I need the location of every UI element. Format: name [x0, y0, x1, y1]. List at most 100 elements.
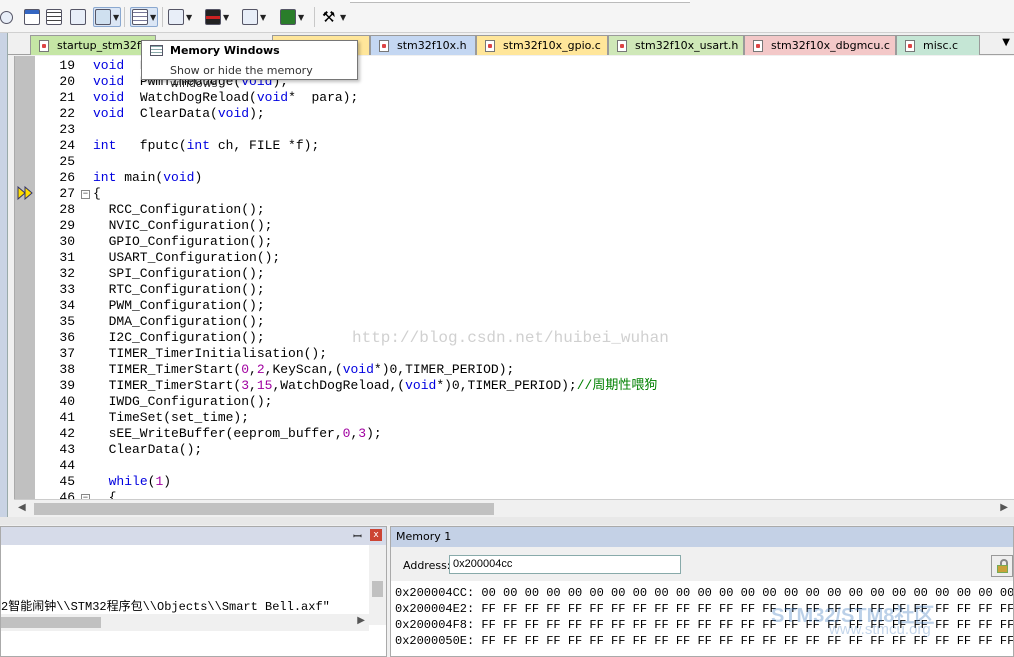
code-line[interactable]: 44 — [35, 458, 1014, 474]
scroll-left-icon[interactable]: ◀ — [18, 502, 26, 513]
zoom-button[interactable] — [0, 7, 13, 27]
code-line[interactable]: 33 RTC_Configuration(); — [35, 282, 1014, 298]
line-number: 35 — [59, 314, 75, 329]
code-line[interactable]: 41 TimeSet(set_time); — [35, 410, 1014, 426]
close-icon[interactable]: x — [370, 529, 382, 541]
tab-stm32f10x-h[interactable]: stm32f10x.h — [370, 35, 476, 55]
code-line[interactable]: 25 — [35, 154, 1014, 170]
scroll-thumb[interactable] — [372, 581, 383, 597]
line-number: 25 — [59, 154, 75, 169]
line-number: 24 — [59, 138, 75, 153]
tab-label: stm32f10x_gpio.c — [503, 39, 601, 52]
line-number: 31 — [59, 250, 75, 265]
tab-misc-c[interactable]: misc.c — [896, 35, 980, 55]
code-line[interactable]: 21 void WatchDogReload(void* para); — [35, 90, 1014, 106]
scroll-thumb[interactable] — [1, 617, 101, 628]
code-line[interactable]: 31 USART_Configuration(); — [35, 250, 1014, 266]
code-line[interactable]: 32 SPI_Configuration(); — [35, 266, 1014, 282]
analysis-button[interactable]: ▼ — [168, 7, 192, 27]
list-button[interactable] — [46, 7, 62, 27]
chevron-down-icon: ▼ — [113, 12, 120, 22]
scroll-thumb[interactable] — [34, 503, 494, 515]
code-line[interactable]: 42 sEE_WriteBuffer(eeprom_buffer,0,3); — [35, 426, 1014, 442]
code-line[interactable]: 39 TIMER_TimerStart(3,15,WatchDogReload,… — [35, 378, 1014, 394]
code-lines: 19void PwmFlashLed(void);20void PwmTimeU… — [35, 58, 1014, 499]
line-code: void ClearData(void); — [93, 106, 265, 121]
address-bar: Address: 0x200004cc — [391, 547, 1013, 581]
output-horizontal-scrollbar[interactable]: ▶ — [1, 614, 369, 631]
line-code: IWDG_Configuration(); — [93, 394, 273, 409]
window-icon — [24, 9, 40, 25]
file-icon — [379, 39, 389, 52]
memory-windows-icon — [150, 45, 163, 56]
logic-analyzer-button[interactable]: ▼ — [205, 7, 229, 27]
tools-button[interactable]: ⚒ ▼ — [322, 7, 346, 27]
trace-icon — [242, 9, 258, 25]
file-icon — [617, 39, 627, 52]
zoom-icon — [0, 10, 13, 24]
line-code: DMA_Configuration(); — [93, 314, 265, 329]
tools-icon: ⚒ — [322, 8, 336, 26]
panel-splitter[interactable] — [0, 517, 1014, 525]
code-line[interactable]: 28 RCC_Configuration(); — [35, 202, 1014, 218]
code-line[interactable]: 35 DMA_Configuration(); — [35, 314, 1014, 330]
left-dock-strip — [0, 33, 8, 521]
code-line[interactable]: 22 void ClearData(void); — [35, 106, 1014, 122]
code-line[interactable]: 45 while(1) — [35, 474, 1014, 490]
code-editor[interactable]: 19void PwmFlashLed(void);20void PwmTimeU… — [14, 56, 1014, 499]
scroll-right-icon[interactable]: ▶ — [357, 615, 365, 626]
fold-toggle-icon[interactable]: − — [81, 190, 90, 199]
code-line[interactable]: 29 NVIC_Configuration(); — [35, 218, 1014, 234]
source-browser-button[interactable] — [70, 7, 86, 27]
code-line[interactable]: 34 PWM_Configuration(); — [35, 298, 1014, 314]
system-viewer-button[interactable]: ▼ — [93, 7, 122, 27]
tab-stm32f10x-gpio-c[interactable]: stm32f10x_gpio.c — [476, 35, 608, 55]
tooltip: Memory Windows Show or hide the memory w… — [141, 40, 358, 90]
code-line[interactable]: 26 int main(void) — [35, 170, 1014, 186]
current-execution-arrow-icon — [17, 186, 33, 200]
breakpoint-margin[interactable] — [15, 56, 35, 499]
line-number: 36 — [59, 330, 75, 345]
chevron-down-icon: ▼ — [186, 12, 193, 22]
analysis-icon — [168, 9, 184, 25]
line-number: 33 — [59, 282, 75, 297]
tab-list-dropdown[interactable]: ▼ — [1002, 37, 1010, 48]
line-code: void WatchDogReload(void* para); — [93, 90, 359, 105]
line-number: 41 — [59, 410, 75, 425]
tab-stm32f10x-dbgmcu-c[interactable]: stm32f10x_dbgmcu.c — [744, 35, 896, 55]
memory-window: Memory 1 Address: 0x200004cc 0x200004CC:… — [390, 526, 1014, 657]
memory-windows-icon — [132, 9, 148, 25]
scroll-right-icon[interactable]: ▶ — [1000, 502, 1008, 513]
code-line[interactable]: 24 int fputc(int ch, FILE *f); — [35, 138, 1014, 154]
list-icon — [46, 9, 62, 25]
line-code: RTC_Configuration(); — [93, 282, 265, 297]
pin-icon[interactable]: ꟷ — [353, 529, 362, 544]
tab-startup-stm32f1[interactable]: startup_stm32f1 — [30, 35, 156, 55]
output-title-bar: ꟷ x — [1, 527, 386, 545]
code-line[interactable]: 40 IWDG_Configuration(); — [35, 394, 1014, 410]
code-line[interactable]: 23 — [35, 122, 1014, 138]
code-line[interactable]: 46− { — [35, 490, 1014, 499]
output-vertical-scrollbar[interactable] — [369, 545, 386, 625]
logic-analyzer-icon — [205, 9, 221, 25]
address-input[interactable]: 0x200004cc — [449, 555, 681, 574]
main-toolbar: ▼ ▼ ▼ ▼ ▼ ▼ ⚒ ▼ — [0, 0, 1014, 33]
code-line[interactable]: 37 TIMER_TimerInitialisation(); — [35, 346, 1014, 362]
code-line[interactable]: 43 ClearData(); — [35, 442, 1014, 458]
line-number: 22 — [59, 106, 75, 121]
code-line[interactable]: 27−{ — [35, 186, 1014, 202]
window-button[interactable] — [24, 7, 40, 27]
forum-watermark-url: www.stmcu.org — [829, 621, 931, 638]
line-number: 39 — [59, 378, 75, 393]
tab-stm32f10x-usart-h[interactable]: stm32f10x_usart.h — [608, 35, 744, 55]
trace-button[interactable]: ▼ — [242, 7, 266, 27]
line-code: TimeSet(set_time); — [93, 410, 250, 425]
memory-title: Memory 1 — [391, 527, 1013, 547]
memory-windows-button[interactable]: ▼ — [130, 7, 159, 27]
lock-button[interactable] — [991, 555, 1013, 577]
code-line[interactable]: 38 TIMER_TimerStart(0,2,KeyScan,(void*)0… — [35, 362, 1014, 378]
editor-horizontal-scrollbar[interactable]: ◀ ▶ — [14, 499, 1014, 517]
debug-button[interactable]: ▼ — [280, 7, 304, 27]
tab-label: stm32f10x.h — [397, 39, 467, 52]
code-line[interactable]: 30 GPIO_Configuration(); — [35, 234, 1014, 250]
